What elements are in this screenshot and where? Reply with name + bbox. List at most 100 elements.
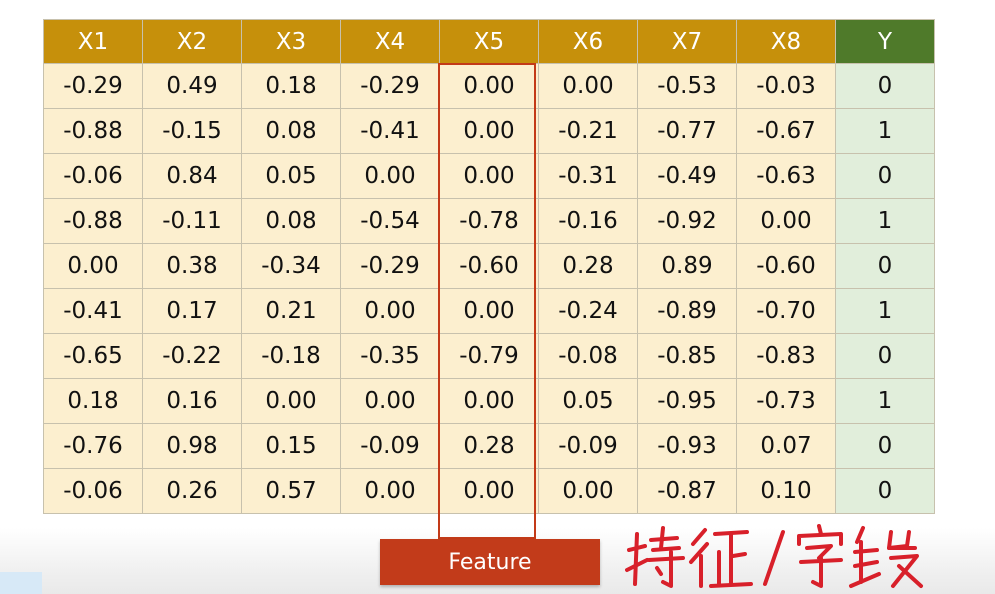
cell-y: 0	[835, 153, 935, 199]
cell-x7: -0.87	[637, 468, 737, 514]
cell-x7: -0.95	[637, 378, 737, 424]
cell-y: 0	[835, 63, 935, 109]
data-table: X1 X2 X3 X4 X5 X6 X7 X8 Y -0.29 0.49 0.18-…	[43, 19, 935, 514]
cell-x7: -0.85	[637, 333, 737, 379]
cell-x5: 0.00	[439, 153, 539, 199]
cell-x5: -0.79	[439, 333, 539, 379]
cell-x4: -0.09	[340, 423, 440, 469]
cell-y: 0	[835, 333, 935, 379]
cell-x7: -0.89	[637, 288, 737, 334]
cell-x8: -0.70	[736, 288, 836, 334]
cell-x2: -0.11	[142, 198, 242, 244]
cell-x2: -0.22	[142, 333, 242, 379]
cell-x4: -0.54	[340, 198, 440, 244]
cell-x4: 0.00	[340, 288, 440, 334]
cell-x1: -0.06	[43, 153, 143, 199]
table-row: -0.29 0.49 0.18 -0.29 0.00 0.00 -0.53 -0.03 0	[43, 63, 935, 109]
cell-y: 1	[835, 198, 935, 244]
corner-tab	[0, 572, 42, 594]
cell-x6: -0.24	[538, 288, 638, 334]
cell-x1: -0.06	[43, 468, 143, 514]
cell-y: 1	[835, 288, 935, 334]
table-row: -0.88 -0.11 0.08 -0.54 -0.78 -0.16 -0.92 0.00 1	[43, 198, 935, 244]
header-row: X1 X2 X3 X4 X5 X6 X7 X8 Y	[43, 19, 935, 64]
cell-x3: -0.34	[241, 243, 341, 289]
cell-x1: -0.76	[43, 423, 143, 469]
table-row: -0.06 0.84 0.05 0.00 0.00 -0.31 -0.49 -0.63 0	[43, 153, 935, 199]
cell-x7: -0.49	[637, 153, 737, 199]
cell-x5: -0.78	[439, 198, 539, 244]
cell-x2: -0.15	[142, 108, 242, 154]
cell-x4: 0.00	[340, 468, 440, 514]
cell-x3: 0.15	[241, 423, 341, 469]
cell-x3: -0.18	[241, 333, 341, 379]
table-row: -0.06 0.26 0.57 0.00 0.00 0.00 -0.87 0.10 0	[43, 468, 935, 514]
header-y: Y	[835, 19, 935, 64]
cell-x2: 0.84	[142, 153, 242, 199]
handwritten-annotation	[625, 524, 923, 588]
table-row: -0.76 0.98 0.15 -0.09 0.28 -0.09 -0.93 0.07 0	[43, 423, 935, 469]
cell-x7: 0.89	[637, 243, 737, 289]
cell-x5: 0.00	[439, 468, 539, 514]
cell-x7: -0.93	[637, 423, 737, 469]
cell-x8: 0.07	[736, 423, 836, 469]
header-x2: X2	[142, 19, 242, 64]
cell-x1: 0.18	[43, 378, 143, 424]
cell-x3: 0.18	[241, 63, 341, 109]
table-row: 0.18 0.16 0.00 0.00 0.00 0.05 -0.95 -0.73 1	[43, 378, 935, 424]
header-x6: X6	[538, 19, 638, 64]
cell-x3: 0.00	[241, 378, 341, 424]
cell-x5: 0.00	[439, 378, 539, 424]
cell-x5: -0.60	[439, 243, 539, 289]
cell-x3: 0.21	[241, 288, 341, 334]
table-row: -0.65 -0.22 -0.18 -0.35 -0.79 -0.08 -0.85 -0.83…	[43, 333, 935, 379]
cell-y: 1	[835, 378, 935, 424]
cell-x7: -0.92	[637, 198, 737, 244]
header-x5: X5	[439, 19, 539, 64]
cell-x8: -0.60	[736, 243, 836, 289]
header-x1: X1	[43, 19, 143, 64]
cell-x8: 0.00	[736, 198, 836, 244]
cell-x5: 0.00	[439, 63, 539, 109]
cell-x1: -0.29	[43, 63, 143, 109]
cell-y: 0	[835, 423, 935, 469]
cell-y: 0	[835, 243, 935, 289]
cell-x3: 0.57	[241, 468, 341, 514]
cell-x1: -0.88	[43, 108, 143, 154]
cell-x6: -0.09	[538, 423, 638, 469]
cell-x2: 0.38	[142, 243, 242, 289]
cell-x7: -0.53	[637, 63, 737, 109]
header-x8: X8	[736, 19, 836, 64]
cell-x6: 0.05	[538, 378, 638, 424]
cell-x2: 0.16	[142, 378, 242, 424]
header-x3: X3	[241, 19, 341, 64]
cell-x1: -0.88	[43, 198, 143, 244]
cell-x4: 0.00	[340, 153, 440, 199]
cell-x8: 0.10	[736, 468, 836, 514]
cell-x8: -0.63	[736, 153, 836, 199]
cell-x4: -0.41	[340, 108, 440, 154]
cell-x6: 0.00	[538, 468, 638, 514]
cell-x6: 0.00	[538, 63, 638, 109]
header-x4: X4	[340, 19, 440, 64]
cell-x4: 0.00	[340, 378, 440, 424]
cell-x4: -0.29	[340, 243, 440, 289]
cell-x6: -0.21	[538, 108, 638, 154]
cell-x2: 0.49	[142, 63, 242, 109]
header-x7: X7	[637, 19, 737, 64]
cell-x2: 0.26	[142, 468, 242, 514]
cell-x8: -0.73	[736, 378, 836, 424]
table-row: 0.00 0.38 -0.34 -0.29 -0.60 0.28 0.89 -0.60 0	[43, 243, 935, 289]
cell-x5: 0.00	[439, 108, 539, 154]
cell-x6: -0.08	[538, 333, 638, 379]
cell-x2: 0.17	[142, 288, 242, 334]
table-body: -0.29 0.49 0.18 -0.29 0.00 0.00 -0.53 -0.03 0 -0.…	[43, 63, 935, 514]
cell-x4: -0.35	[340, 333, 440, 379]
cell-x8: -0.67	[736, 108, 836, 154]
cell-x8: -0.83	[736, 333, 836, 379]
table-row: -0.41 0.17 0.21 0.00 0.00 -0.24 -0.89 -0.70 1	[43, 288, 935, 334]
cell-x4: -0.29	[340, 63, 440, 109]
cell-x3: 0.08	[241, 198, 341, 244]
cell-y: 0	[835, 468, 935, 514]
feature-label: Feature	[380, 539, 600, 585]
